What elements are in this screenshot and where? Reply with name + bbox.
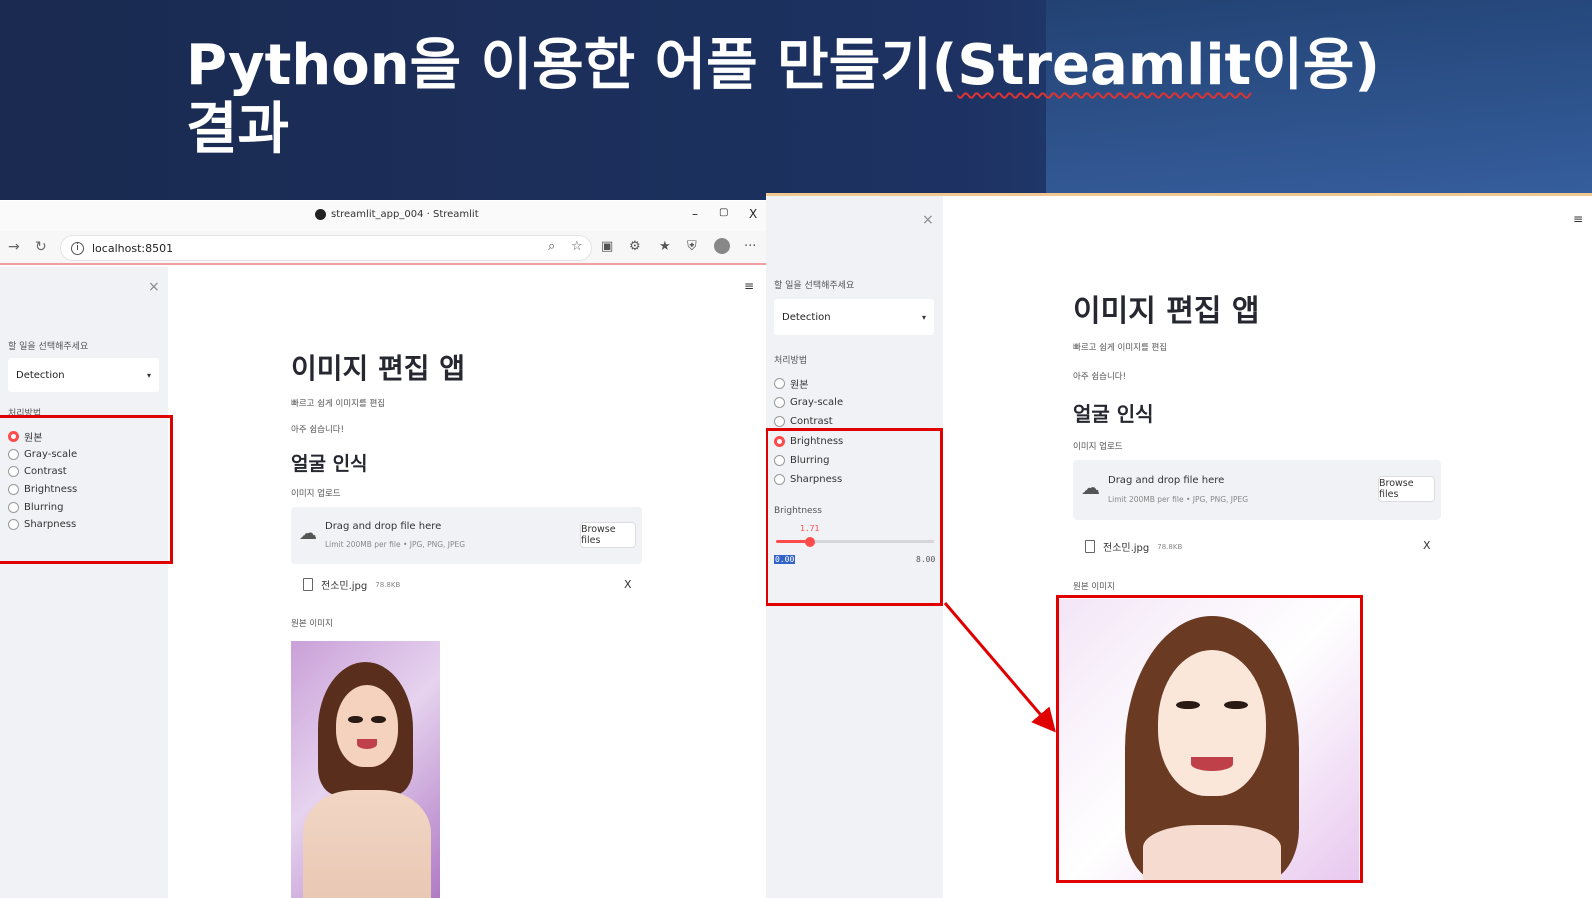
upload-label-right: 이미지 업로드: [1073, 442, 1123, 452]
refresh-icon[interactable]: ↻: [35, 239, 47, 255]
favorite-add-icon[interactable]: ☆: [571, 239, 583, 254]
file-name-right: 전소민.jpg: [1103, 543, 1150, 554]
right-app-screenshot: × 할 일을 선택해주세요 Detection ▾ 처리방법 원본 Gray-sc…: [766, 193, 1592, 898]
radio-circle-icon: [774, 397, 785, 409]
app-caption-2: 아주 쉽습니다!: [291, 425, 345, 435]
forward-icon[interactable]: →: [8, 239, 20, 255]
collections-icon[interactable]: ▣: [601, 239, 613, 254]
tab-title: streamlit_app_004 · Streamlit: [331, 209, 479, 220]
upload-cloud-icon: ☁: [299, 523, 317, 544]
window-close-button[interactable]: X: [749, 207, 757, 221]
remove-file-button[interactable]: X: [624, 578, 632, 591]
browse-files-button-right[interactable]: Browse files: [1378, 476, 1435, 502]
left-sidebar: × 할 일을 선택해주세요 Detection ▾ 처리방법 원본 Gray-sc…: [0, 267, 168, 898]
file-icon: [1085, 540, 1095, 553]
file-uploader-right[interactable]: ☁ Drag and drop file here Limit 200MB pe…: [1073, 460, 1441, 520]
slide-title-line2: 결과: [186, 97, 290, 162]
slide-header: Python을 이용한 어플 만들기(Streamlit이용) 결과: [0, 0, 1592, 200]
image-caption-right: 원본 이미지: [1073, 582, 1115, 592]
method-radio-label-right: 처리방법: [774, 356, 808, 366]
chevron-down-icon: ▾: [921, 312, 926, 322]
section-subheader-right: 얼굴 인식: [1073, 402, 1154, 426]
task-select-right[interactable]: Detection ▾: [774, 299, 934, 335]
radio-circle-icon: [774, 378, 785, 390]
drag-drop-text: Drag and drop file here: [325, 521, 442, 532]
url-field[interactable]: i localhost:8501: [60, 235, 592, 261]
hamburger-menu-icon[interactable]: ≡: [744, 279, 754, 293]
upload-cloud-icon: ☁: [1081, 477, 1100, 499]
app-caption-1-right: 빠르고 쉽게 이미지를 편집: [1073, 343, 1168, 353]
file-size-right: 78.8KB: [1157, 542, 1183, 551]
uploaded-file-row: 전소민.jpg 78.8KB: [303, 577, 400, 592]
task-select-label-right: 할 일을 선택해주세요: [774, 281, 855, 291]
uploaded-file-row-right: 전소민.jpg 78.8KB: [1085, 539, 1182, 554]
task-select-label: 할 일을 선택해주세요: [8, 342, 89, 352]
radio-option-label: Contrast: [790, 416, 833, 428]
zoom-icon[interactable]: ⌕: [548, 239, 555, 254]
remove-file-button-right[interactable]: X: [1423, 539, 1431, 552]
radio-option-label: 원본: [790, 380, 809, 392]
app-caption-1: 빠르고 쉽게 이미지를 편집: [291, 399, 386, 409]
browser-tab[interactable]: streamlit_app_004 · Streamlit: [315, 209, 479, 220]
section-subheader: 얼굴 인식: [291, 453, 368, 475]
browser-titlebar: streamlit_app_004 · Streamlit – ▢ X: [0, 201, 766, 231]
minimize-button[interactable]: –: [692, 207, 698, 221]
highlight-box-right-sidebar: [766, 428, 943, 606]
favorites-icon[interactable]: ★: [659, 239, 671, 254]
streamlit-favicon-icon: [315, 209, 326, 220]
info-icon[interactable]: i: [71, 241, 84, 255]
file-name: 전소민.jpg: [321, 581, 368, 592]
chevron-down-icon: ▾: [146, 370, 151, 380]
task-select-value-right: Detection: [782, 311, 831, 323]
file-uploader[interactable]: ☁ Drag and drop file here Limit 200MB pe…: [291, 507, 642, 564]
extensions-icon[interactable]: ⚙: [629, 239, 641, 254]
file-icon: [303, 578, 313, 591]
slide-title-pre: Python을 이용한 어플 만들기(: [186, 33, 958, 98]
app-caption-2-right: 아주 쉽습니다!: [1073, 372, 1127, 382]
radio-option-label: Gray-scale: [790, 397, 844, 409]
slide-title-post: 이용): [1251, 33, 1380, 98]
slide-title-streamlit: Streamlit: [957, 33, 1252, 98]
task-select[interactable]: Detection ▾: [8, 358, 159, 392]
task-select-value: Detection: [16, 369, 65, 381]
upload-limit-text: Limit 200MB per file • JPG, PNG, JPEG: [325, 540, 466, 549]
slide-title: Python을 이용한 어플 만들기(Streamlit이용) 결과: [186, 34, 1486, 162]
highlight-box-right-photo: [1056, 595, 1363, 883]
original-photo: [291, 641, 440, 898]
upload-label: 이미지 업로드: [291, 489, 341, 499]
sidebar-close-icon[interactable]: ×: [148, 279, 160, 295]
restore-button[interactable]: ▢: [719, 207, 728, 218]
radio-option[interactable]: Gray-scale: [774, 393, 843, 412]
radio-circle-icon: [774, 416, 785, 428]
left-browser-screenshot: streamlit_app_004 · Streamlit – ▢ X → ↻ …: [0, 201, 766, 898]
radio-option[interactable]: 원본: [774, 374, 843, 393]
more-icon[interactable]: ···: [744, 239, 756, 254]
highlight-box-left: [0, 415, 173, 564]
upload-limit-text-right: Limit 200MB per file • JPG, PNG, JPEG: [1108, 495, 1249, 504]
left-main-content: ≡ 이미지 편집 앱 빠르고 쉽게 이미지를 편집 아주 쉽습니다! 얼굴 인식…: [168, 267, 766, 898]
profile-avatar[interactable]: [714, 238, 730, 254]
image-caption: 원본 이미지: [291, 619, 333, 629]
sidebar-close-icon-right[interactable]: ×: [922, 212, 934, 228]
app-title-right: 이미지 편집 앱: [1073, 294, 1260, 329]
file-size: 78.8KB: [375, 580, 401, 589]
browser-essentials-icon[interactable]: ⛨: [687, 239, 697, 254]
browse-files-button[interactable]: Browse files: [580, 522, 636, 548]
hamburger-menu-icon-right[interactable]: ≡: [1573, 212, 1583, 226]
url-text: localhost:8501: [92, 241, 174, 255]
address-bar-row: → ↻ i localhost:8501 ⌕ ☆ ▣ ⚙ ★ ⛨ ···: [0, 231, 766, 265]
drag-drop-text-right: Drag and drop file here: [1108, 475, 1225, 486]
app-title: 이미지 편집 앱: [291, 352, 466, 385]
